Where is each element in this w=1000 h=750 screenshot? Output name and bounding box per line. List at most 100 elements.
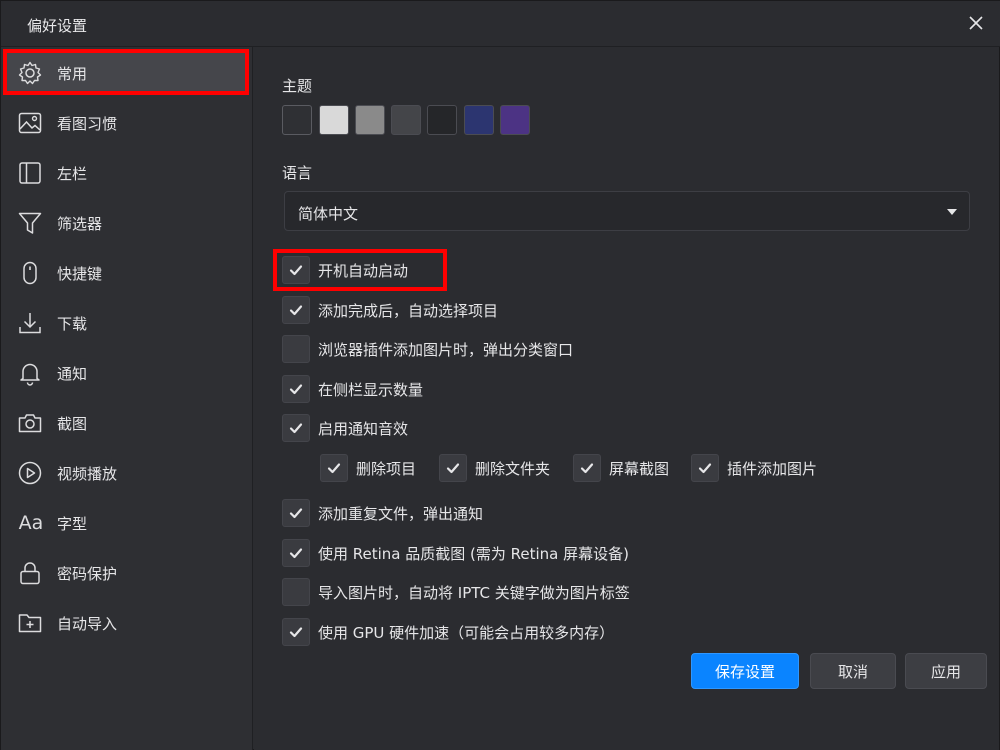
theme-swatch[interactable]: [355, 105, 385, 135]
language-select[interactable]: 简体中文: [284, 191, 970, 231]
checkmark-icon: [698, 461, 712, 475]
checkmark-icon: [289, 546, 303, 560]
checkbox-label: 插件添加图片: [727, 459, 818, 478]
sidebar-item-label: 常用: [57, 65, 88, 83]
option-checkbox-row[interactable]: 屏幕截图: [573, 453, 669, 483]
camera-icon: [17, 410, 43, 436]
theme-swatch[interactable]: [319, 105, 349, 135]
option-checkbox-row[interactable]: 浏览器插件添加图片时，弹出分类窗口: [282, 334, 573, 364]
checkmark-icon: [446, 461, 460, 475]
option-checkbox-row[interactable]: 使用 GPU 硬件加速（可能会占用较多内存）: [282, 617, 614, 647]
checkbox-label: 使用 GPU 硬件加速（可能会占用较多内存）: [318, 623, 615, 642]
checkmark-icon: [289, 506, 303, 520]
sidebar-item-screenshot[interactable]: 截图: [3, 399, 249, 445]
checkbox[interactable]: [282, 539, 310, 567]
theme-swatch[interactable]: [282, 105, 312, 135]
download-icon: [17, 310, 43, 336]
sidebar-item-label: 快捷键: [57, 265, 103, 283]
theme-swatch[interactable]: [427, 105, 457, 135]
play-icon: [17, 460, 43, 486]
checkmark-icon: [289, 382, 303, 396]
sidebar-item-general[interactable]: 常用: [3, 49, 249, 95]
checkmark-icon: [289, 263, 303, 277]
checkbox[interactable]: [439, 454, 467, 482]
checkbox-label: 添加重复文件，弹出通知: [318, 504, 484, 523]
option-checkbox-row[interactable]: 插件添加图片: [691, 453, 817, 483]
checkbox-label: 在侧栏显示数量: [318, 380, 424, 399]
language-select-value: 简体中文: [298, 205, 359, 223]
checkbox[interactable]: [282, 414, 310, 442]
checkbox[interactable]: [320, 454, 348, 482]
language-label: 语言: [282, 164, 313, 182]
theme-swatch[interactable]: [391, 105, 421, 135]
theme-swatch[interactable]: [464, 105, 494, 135]
checkbox-label: 浏览器插件添加图片时，弹出分类窗口: [318, 340, 574, 359]
cancel-button[interactable]: 取消: [810, 653, 896, 689]
option-checkbox-row[interactable]: 开机自动启动: [282, 255, 408, 285]
checkbox[interactable]: [282, 499, 310, 527]
window-title: 偏好设置: [27, 17, 88, 35]
checkbox[interactable]: [573, 454, 601, 482]
save-button-label: 保存设置: [714, 662, 775, 681]
option-checkbox-row[interactable]: 导入图片时，自动将 IPTC 关键字做为图片标签: [282, 577, 630, 607]
checkmark-icon: [327, 461, 341, 475]
checkbox[interactable]: [282, 296, 310, 324]
checkbox[interactable]: [282, 335, 310, 363]
apply-button[interactable]: 应用: [905, 653, 987, 689]
option-checkbox-row[interactable]: 添加重复文件，弹出通知: [282, 498, 483, 528]
lock-icon: [17, 560, 43, 586]
checkbox[interactable]: [282, 578, 310, 606]
sidebar-item-shortcuts[interactable]: 快捷键: [3, 249, 249, 295]
sidebar-icon: [17, 160, 43, 186]
save-button[interactable]: 保存设置: [691, 653, 799, 689]
checkbox[interactable]: [282, 375, 310, 403]
checkbox[interactable]: [282, 618, 310, 646]
sidebar-item-filter[interactable]: 筛选器: [3, 199, 249, 245]
checkbox[interactable]: [282, 256, 310, 284]
sidebar-item-auto-import[interactable]: 自动导入: [3, 599, 249, 645]
checkbox-label: 开机自动启动: [318, 261, 409, 280]
checkbox-label: 屏幕截图: [609, 459, 670, 478]
chevron-down-icon: [947, 209, 957, 215]
checkmark-icon: [289, 421, 303, 435]
general-settings-panel: 主题 语言 简体中文 开机自动启动 添加完成后，自动选择项目 浏览器插件添加图片时，…: [254, 47, 999, 750]
checkbox-label: 删除项目: [356, 459, 417, 478]
sidebar-item-label: 截图: [57, 415, 88, 433]
font-icon: Aa: [15, 510, 47, 536]
sidebar-item-label: 看图习惯: [57, 115, 118, 133]
font-icon-glyph: Aa: [18, 512, 44, 534]
mouse-icon: [17, 260, 43, 286]
sidebar-item-label: 自动导入: [57, 615, 118, 633]
folder-plus-icon: [17, 610, 43, 636]
preferences-window: 偏好设置 常用 看图习惯 左栏 筛选器 快捷键 下载 通知 截图 视频播放 Aa…: [0, 0, 1000, 750]
option-checkbox-row[interactable]: 启用通知音效: [282, 413, 408, 443]
checkmark-icon: [580, 461, 594, 475]
title-bar: 偏好设置: [1, 1, 1000, 47]
sidebar-item-download[interactable]: 下载: [3, 299, 249, 345]
checkbox-label: 使用 Retina 品质截图 (需为 Retina 屏幕设备): [318, 544, 629, 563]
checkbox[interactable]: [691, 454, 719, 482]
option-checkbox-row[interactable]: 在侧栏显示数量: [282, 374, 423, 404]
close-icon: [969, 16, 983, 30]
option-checkbox-row[interactable]: 添加完成后，自动选择项目: [282, 295, 498, 325]
close-button[interactable]: [965, 12, 987, 34]
sidebar-item-video[interactable]: 视频播放: [3, 449, 249, 495]
bell-icon: [17, 360, 43, 386]
checkbox-label: 删除文件夹: [475, 459, 551, 478]
sidebar: 常用 看图习惯 左栏 筛选器 快捷键 下载 通知 截图 视频播放 Aa 字型 密…: [1, 47, 253, 750]
option-checkbox-row[interactable]: 使用 Retina 品质截图 (需为 Retina 屏幕设备): [282, 538, 629, 568]
image-icon: [17, 110, 43, 136]
sidebar-item-password[interactable]: 密码保护: [3, 549, 249, 595]
checkbox-label: 添加完成后，自动选择项目: [318, 301, 499, 320]
sidebar-item-font[interactable]: Aa 字型: [3, 499, 249, 545]
checkbox-label: 启用通知音效: [318, 419, 409, 438]
sidebar-item-label: 密码保护: [57, 565, 118, 583]
option-checkbox-row[interactable]: 删除文件夹: [439, 453, 550, 483]
option-checkbox-row[interactable]: 删除项目: [320, 453, 416, 483]
sidebar-item-notifications[interactable]: 通知: [3, 349, 249, 395]
checkbox-label: 导入图片时，自动将 IPTC 关键字做为图片标签: [318, 583, 630, 602]
sidebar-item-left-panel[interactable]: 左栏: [3, 149, 249, 195]
sidebar-item-viewing[interactable]: 看图习惯: [3, 99, 249, 145]
theme-swatch[interactable]: [500, 105, 530, 135]
cancel-button-label: 取消: [837, 662, 868, 681]
